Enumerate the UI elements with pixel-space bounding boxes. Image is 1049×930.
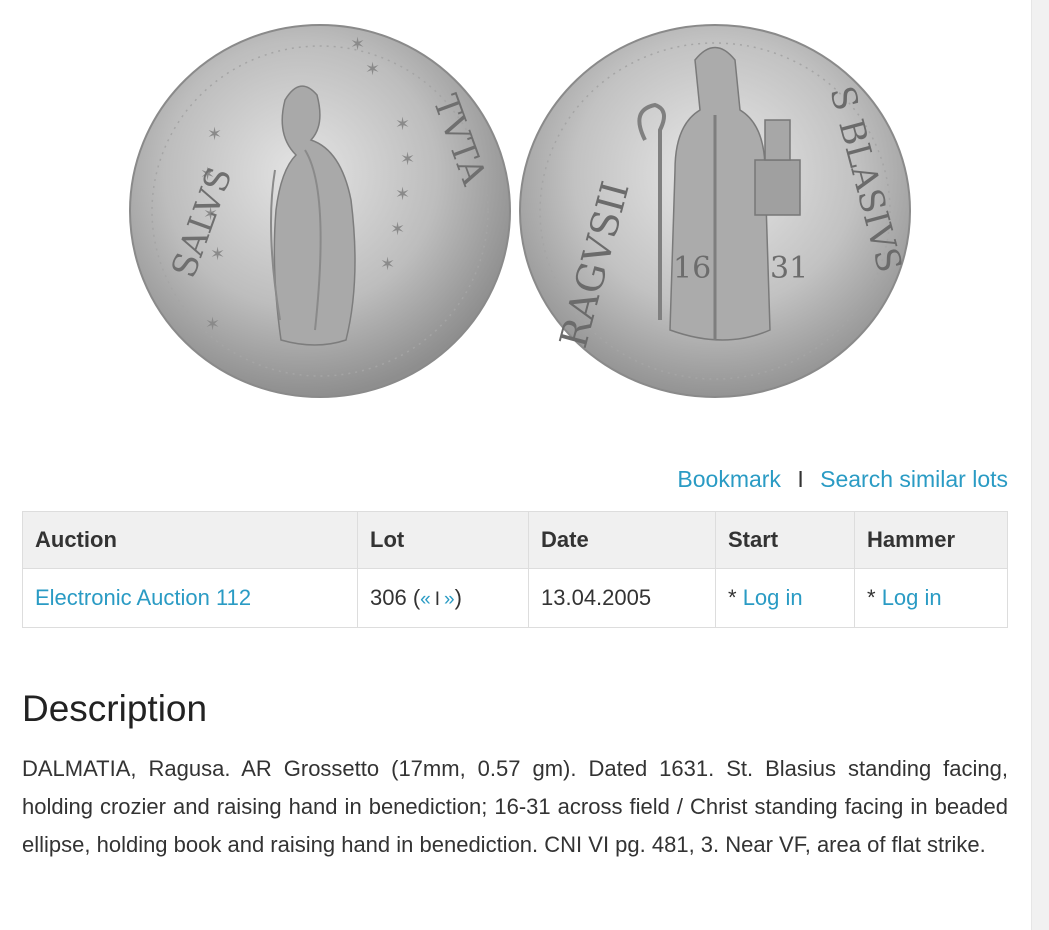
lot-paren-close: ): [454, 585, 462, 610]
lot-number: 306: [370, 585, 407, 610]
header-auction: Auction: [22, 511, 358, 569]
lot-info-table: Auction Lot Date Start Hammer Electronic…: [22, 511, 1008, 628]
coin-image[interactable]: ✶ ✶ ✶ ✶ ✶ ✶ ✶ ✶ ✶ ✶ ✶ ✶ SALVS TVTA 16 31…: [115, 20, 915, 402]
coin-reverse: 16 31 RAGVSII S BLASIVS: [519, 24, 911, 398]
header-hammer: Hammer: [854, 511, 1008, 569]
svg-text:✶: ✶: [365, 59, 380, 79]
cell-date: 13.04.2005: [528, 568, 716, 628]
links-separator: I: [797, 466, 804, 492]
svg-text:✶: ✶: [380, 254, 395, 274]
next-lot-link[interactable]: »: [444, 589, 455, 610]
svg-text:✶: ✶: [350, 34, 365, 54]
hammer-login-link[interactable]: Log in: [882, 585, 942, 610]
header-date: Date: [528, 511, 716, 569]
svg-text:16: 16: [673, 251, 711, 286]
start-login-link[interactable]: Log in: [743, 585, 803, 610]
svg-text:✶: ✶: [205, 314, 220, 334]
hammer-asterisk: *: [867, 585, 876, 610]
svg-text:31: 31: [770, 251, 808, 286]
cell-auction: Electronic Auction 112: [22, 568, 358, 628]
svg-text:✶: ✶: [390, 219, 405, 239]
table-row: Electronic Auction 112 306 (« I») 13.04.2…: [22, 568, 1008, 628]
cell-start: * Log in: [715, 568, 855, 628]
svg-text:✶: ✶: [400, 149, 415, 169]
lot-actions: Bookmark I Search similar lots: [677, 466, 1008, 493]
cell-hammer: * Log in: [854, 568, 1008, 628]
previous-lot-link[interactable]: «: [420, 589, 431, 610]
page: ✶ ✶ ✶ ✶ ✶ ✶ ✶ ✶ ✶ ✶ ✶ ✶ SALVS TVTA 16 31…: [0, 0, 1049, 930]
svg-text:✶: ✶: [395, 114, 410, 134]
description-text: DALMATIA, Ragusa. AR Grossetto (17mm, 0.…: [22, 756, 1008, 857]
cell-lot: 306 (« I»): [357, 568, 529, 628]
coin-obverse: ✶ ✶ ✶ ✶ ✶ ✶ ✶ ✶ ✶ ✶ ✶ ✶ SALVS TVTA: [129, 24, 511, 398]
search-similar-lots-link[interactable]: Search similar lots: [820, 466, 1008, 492]
header-start: Start: [715, 511, 855, 569]
auction-link[interactable]: Electronic Auction 112: [35, 585, 251, 610]
svg-text:✶: ✶: [207, 124, 222, 144]
table-header-row: Auction Lot Date Start Hammer: [22, 511, 1008, 569]
start-asterisk: *: [728, 585, 737, 610]
svg-text:✶: ✶: [395, 184, 410, 204]
lot-nav-separator: I: [434, 589, 441, 610]
header-lot: Lot: [357, 511, 529, 569]
scrollbar-track[interactable]: [1031, 0, 1049, 930]
bookmark-link[interactable]: Bookmark: [677, 466, 781, 492]
description-heading: Description: [22, 688, 208, 729]
